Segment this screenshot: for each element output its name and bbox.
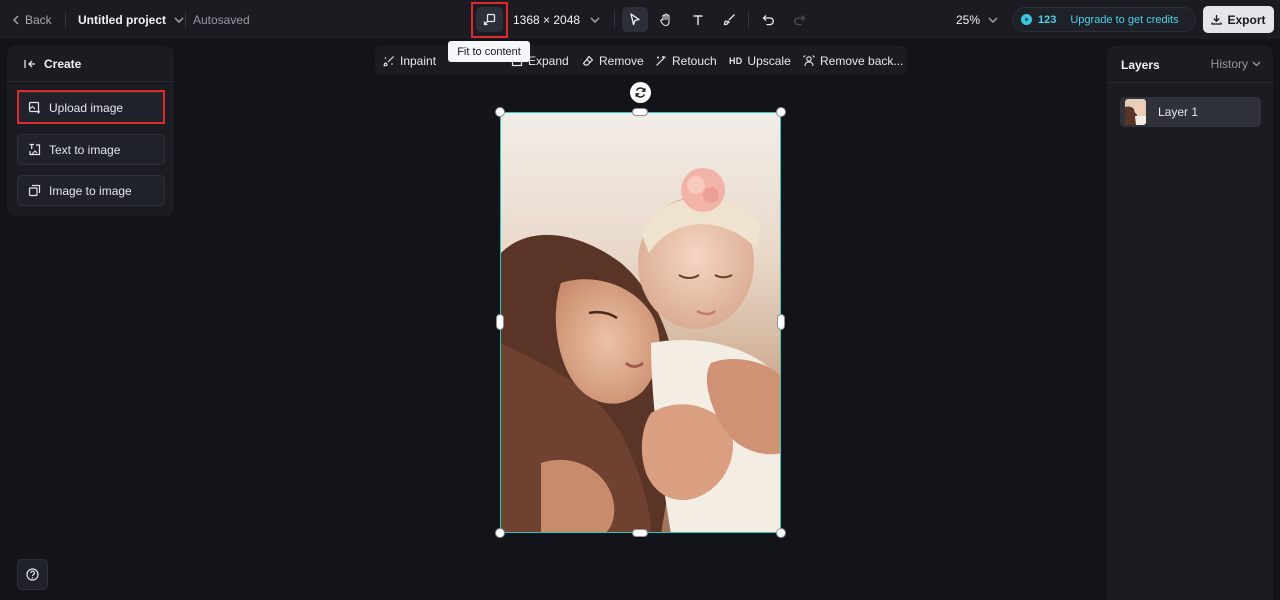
divider (185, 12, 186, 28)
create-panel-header[interactable]: Create (7, 46, 174, 82)
resize-handle-bottom-left[interactable] (495, 528, 505, 538)
fit-to-content-icon (483, 13, 496, 26)
canvas-size: 1368 × 2048 (513, 12, 581, 27)
resize-handle-bottom[interactable] (632, 529, 648, 537)
select-tool-button[interactable] (622, 7, 648, 32)
brush-icon (723, 14, 735, 26)
export-label: Export (1227, 12, 1266, 27)
tab-history[interactable]: History (1211, 46, 1261, 82)
remove-button[interactable]: Remove (582, 46, 644, 75)
hand-icon (660, 13, 670, 26)
image-to-image-label: Image to image (49, 183, 132, 198)
back-button[interactable]: Back (12, 0, 52, 39)
brush-tool-button[interactable] (716, 7, 742, 32)
history-label: History (1210, 57, 1248, 71)
chevron-down-icon (590, 17, 600, 23)
mother-and-baby-photo (501, 113, 780, 532)
remove-background-button[interactable]: Remove back... (803, 46, 903, 75)
resize-handle-top-left[interactable] (495, 107, 505, 117)
hand-tool-button[interactable] (653, 7, 679, 32)
inpaint-label: Inpaint (400, 53, 437, 68)
retouch-button[interactable]: Retouch (655, 46, 717, 75)
redo-icon (793, 14, 805, 25)
image-to-image-icon (28, 184, 41, 197)
resize-handle-top-right[interactable] (776, 107, 786, 117)
text-to-image-button[interactable]: Text to image (17, 134, 165, 165)
autosave-status: Autosaved (193, 12, 250, 27)
upload-image-button[interactable]: Upload image (17, 92, 165, 123)
redo-button[interactable] (786, 7, 812, 32)
layer-item[interactable]: Layer 1 (1120, 97, 1261, 127)
layers-panel-header: Layers History (1107, 46, 1273, 83)
text-icon (693, 14, 703, 25)
divider (748, 11, 749, 28)
cursor-arrow-icon (630, 13, 640, 26)
layers-panel: Layers History Layer 1 (1107, 46, 1273, 600)
remove-label: Remove (599, 53, 644, 68)
fit-to-content-tooltip: Fit to content (448, 41, 530, 62)
divider (614, 11, 615, 28)
text-to-image-label: Text to image (49, 142, 121, 157)
text-to-image-icon (29, 143, 41, 156)
tab-layers[interactable]: Layers (1121, 46, 1160, 84)
canvas-size-dropdown[interactable]: 1368 × 2048 (513, 0, 600, 39)
layer-name: Layer 1 (1158, 105, 1199, 119)
export-button[interactable]: Export (1203, 6, 1274, 33)
download-icon (1211, 15, 1223, 25)
resize-handle-left[interactable] (496, 314, 504, 330)
upload-image-icon (28, 101, 41, 114)
create-panel-title: Create (44, 56, 82, 71)
eraser-icon (582, 55, 594, 66)
layer-thumbnail (1125, 99, 1146, 125)
rotate-handle[interactable] (630, 82, 651, 103)
upscale-button[interactable]: HD Upscale (729, 46, 791, 75)
create-panel: Create Upload image Text to image Image … (7, 46, 174, 216)
inpaint-icon (383, 55, 394, 66)
chevron-down-icon (1252, 61, 1261, 67)
upload-image-label: Upload image (49, 100, 124, 115)
zoom-dropdown[interactable]: 25% (956, 0, 998, 39)
remove-background-icon (803, 55, 815, 66)
rotate-icon (635, 87, 646, 98)
hd-icon: HD (729, 55, 743, 66)
chevron-left-icon (13, 15, 19, 24)
collapse-left-icon (24, 59, 35, 68)
credits-count: 123 (1038, 13, 1057, 26)
back-label: Back (25, 12, 52, 27)
resize-handle-right[interactable] (777, 314, 785, 330)
remove-background-label: Remove back... (820, 53, 904, 68)
fit-to-content-button[interactable] (476, 7, 503, 32)
help-icon (26, 568, 39, 581)
project-title: Untitled project (78, 12, 167, 27)
zoom-level: 25% (956, 12, 981, 27)
expand-label: Expand (528, 53, 569, 68)
canvas-image-layer[interactable] (500, 112, 781, 533)
top-bar: Back Untitled project Autosaved 1368 × 2… (0, 0, 1280, 39)
upscale-label: Upscale (747, 53, 791, 68)
resize-handle-top[interactable] (632, 108, 648, 116)
retouch-label: Retouch (672, 53, 717, 68)
retouch-icon (656, 55, 666, 66)
project-title-dropdown[interactable]: Untitled project (78, 0, 184, 39)
undo-icon (762, 14, 774, 25)
upgrade-label: Upgrade to get credits (1070, 13, 1179, 26)
chevron-down-icon (174, 17, 184, 23)
resize-handle-bottom-right[interactable] (776, 528, 786, 538)
divider (65, 12, 66, 28)
upgrade-credits-button[interactable]: 123 Upgrade to get credits (1012, 7, 1196, 32)
credit-coin-icon (1021, 14, 1032, 25)
chevron-down-icon (988, 17, 998, 23)
image-to-image-button[interactable]: Image to image (17, 175, 165, 206)
undo-button[interactable] (755, 7, 781, 32)
inpaint-button[interactable]: Inpaint (383, 46, 436, 75)
text-tool-button[interactable] (685, 7, 711, 32)
help-button[interactable] (17, 559, 48, 590)
